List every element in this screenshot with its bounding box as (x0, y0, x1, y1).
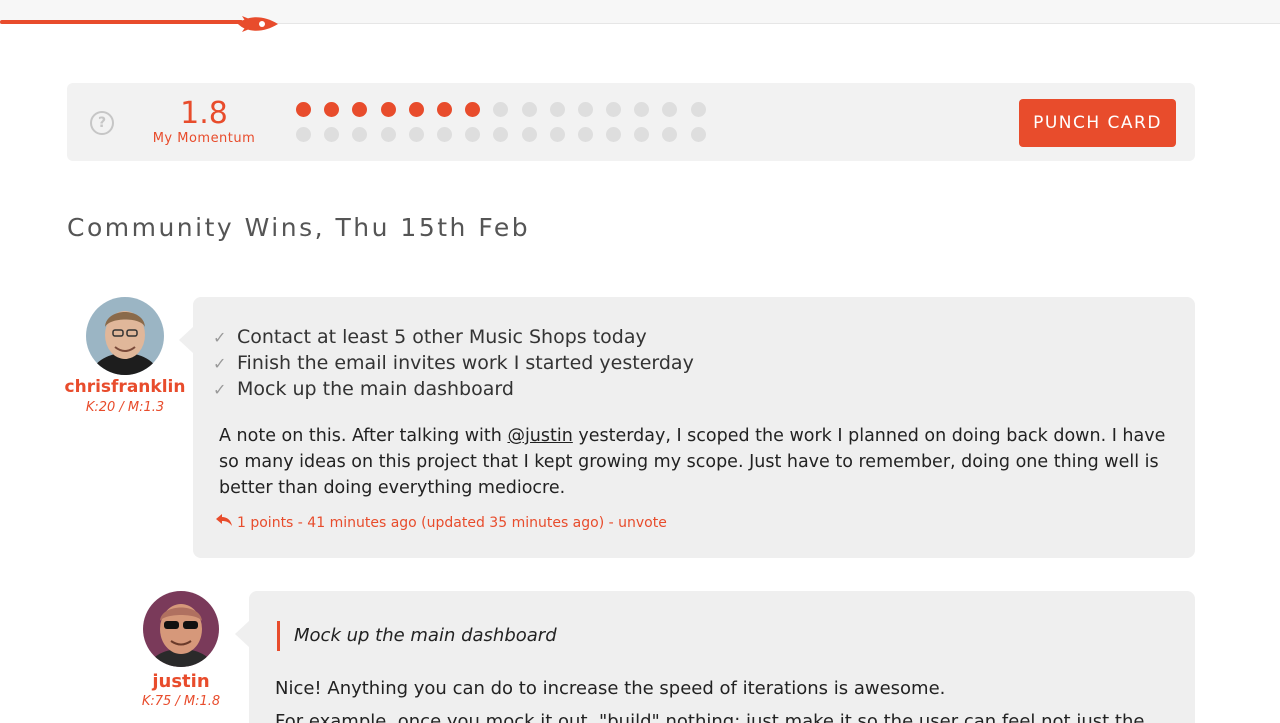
list-item: ✓ Contact at least 5 other Music Shops to… (213, 324, 694, 350)
mention-link[interactable]: @justin (507, 426, 572, 446)
reply-bubble: Mock up the main dashboard Nice! Anythin… (235, 591, 1195, 723)
help-icon[interactable]: ? (90, 111, 114, 135)
momentum-dot-filled (296, 102, 311, 117)
momentum-dot-empty (577, 102, 593, 117)
checklist: ✓ Contact at least 5 other Music Shops to… (213, 324, 694, 402)
momentum-dot-empty (577, 127, 593, 142)
avatar[interactable] (143, 591, 219, 667)
momentum-dot-filled (352, 102, 368, 117)
momentum-dot-empty (408, 127, 424, 142)
momentum-dot-empty (690, 127, 706, 142)
checklist-item-text: Mock up the main dashboard (237, 378, 514, 400)
momentum-dot-empty (662, 102, 678, 117)
momentum-dot-filled (324, 102, 340, 117)
avatar-photo (86, 297, 164, 375)
momentum-dot-empty (436, 127, 452, 142)
momentum-dot-filled (436, 102, 452, 117)
author-stats: K:75 / M:1.8 (141, 694, 221, 709)
momentum-dot-empty (324, 127, 340, 142)
list-item: ✓ Mock up the main dashboard (213, 376, 694, 402)
rocket-icon (238, 16, 278, 32)
dot-row (296, 102, 716, 118)
momentum-panel: ? 1.8 My Momentum PUNCH CARD (67, 83, 1195, 161)
list-item: ✓ Finish the email invites work I started… (213, 350, 694, 376)
momentum-dot-empty (690, 102, 706, 117)
momentum-dots (296, 102, 716, 152)
author-stats: K:20 / M:1.3 (85, 400, 165, 415)
quote-block: Mock up the main dashboard (277, 621, 557, 651)
progress-track (0, 20, 243, 24)
post-bubble: ✓ Contact at least 5 other Music Shops to… (179, 297, 1195, 558)
avatar-photo (143, 591, 219, 667)
momentum-value: 1.8 (180, 96, 228, 131)
momentum-dot-empty (634, 127, 650, 142)
checklist-item-text: Finish the email invites work I started … (237, 352, 694, 374)
momentum-dot-empty (606, 102, 622, 117)
momentum-dot-empty (493, 102, 509, 117)
check-icon: ✓ (213, 354, 227, 373)
momentum-dot-empty (634, 102, 650, 117)
momentum-dot-empty (606, 127, 622, 142)
post-meta: 1 points - 41 minutes ago (updated 35 mi… (215, 513, 667, 531)
reply-icon[interactable] (215, 513, 237, 531)
momentum-dot-empty (549, 127, 565, 142)
momentum-dot-filled (465, 102, 481, 117)
check-icon: ✓ (213, 380, 227, 399)
author-name[interactable]: justin (131, 671, 231, 692)
page-title: Community Wins, Thu 15th Feb (67, 213, 531, 242)
momentum-dot-empty (380, 127, 396, 142)
punch-card-button[interactable]: PUNCH CARD (1019, 99, 1176, 147)
momentum-dot-empty (352, 127, 368, 142)
momentum-label: My Momentum (152, 131, 256, 146)
momentum-dot-empty (662, 127, 678, 142)
momentum-dot-empty (296, 127, 311, 142)
momentum-dot-empty (465, 127, 481, 142)
momentum-dot-filled (408, 102, 424, 117)
author-name[interactable]: chrisfranklin (60, 377, 190, 397)
momentum-dot-filled (380, 102, 396, 117)
note-text: A note on this. After talking with (219, 426, 508, 446)
dot-row (296, 127, 716, 143)
reply-text-continued: For example, once you mock it out, "buil… (275, 711, 1162, 723)
check-icon: ✓ (213, 328, 227, 347)
top-bar (0, 0, 1280, 32)
reply-text: Nice! Anything you can do to increase th… (275, 678, 946, 699)
momentum-dot-empty (521, 127, 537, 142)
post-note: A note on this. After talking with @just… (219, 423, 1169, 501)
post-meta-text[interactable]: 1 points - 41 minutes ago (updated 35 mi… (237, 515, 667, 531)
momentum-dot-empty (549, 102, 565, 117)
avatar[interactable] (86, 297, 164, 375)
momentum-dot-empty (521, 102, 537, 117)
checklist-item-text: Contact at least 5 other Music Shops tod… (237, 326, 647, 348)
momentum-dot-empty (493, 127, 509, 142)
